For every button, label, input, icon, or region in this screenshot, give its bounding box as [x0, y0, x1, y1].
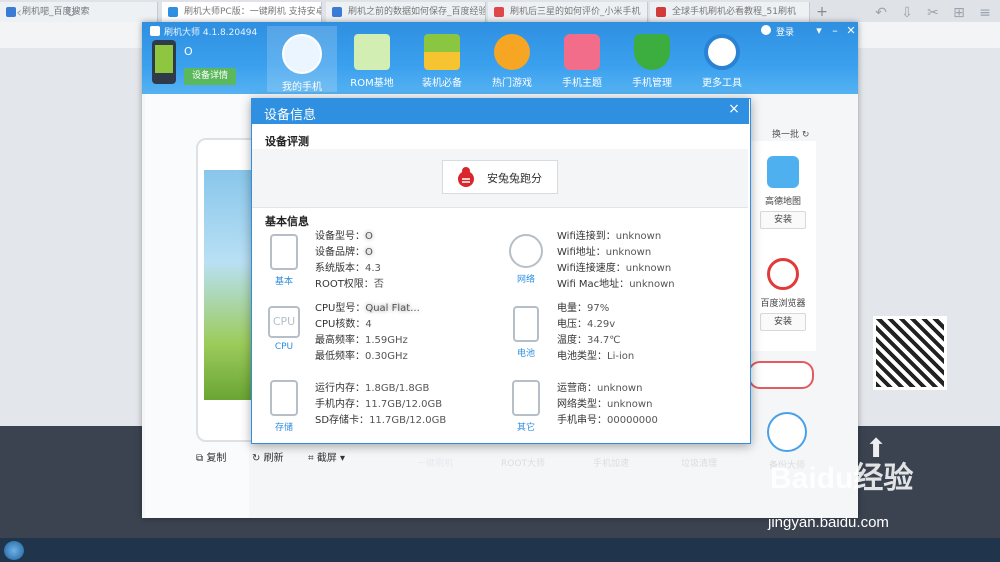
forward-icon[interactable]: › [36, 4, 54, 22]
minimize-button[interactable]: – [828, 24, 842, 37]
browser-tab[interactable]: 刷机后三星的如何评价_小米手机 [488, 2, 648, 22]
battery-icon [513, 306, 539, 342]
dialog-header [251, 98, 749, 124]
info-group-storage: 存储 [268, 380, 300, 433]
tab-title: 刷机大师PC版：一键刷机 支持安卓手机 [184, 7, 321, 17]
close-button[interactable]: ✕ [844, 24, 858, 37]
app-tile-baidu-browser: 百度浏览器 安装 [760, 258, 806, 331]
nav-essentials[interactable]: 装机必备 [407, 26, 477, 92]
browser-tab[interactable]: 全球手机刷机必看教程_51刷机 [650, 2, 810, 22]
nav-rom-base[interactable]: ROM基地 [337, 26, 407, 92]
antutu-icon [458, 167, 474, 187]
new-tab-button[interactable]: + [812, 2, 832, 22]
shirt-icon [564, 34, 600, 70]
windows-taskbar [0, 538, 1000, 562]
app-title: 刷机大师 4.1.8.20494 [164, 28, 258, 38]
eval-section-title: 设备评测 [265, 135, 309, 148]
login-link[interactable]: 登录 [776, 25, 794, 38]
grid-icon[interactable]: ⊞ [950, 4, 968, 22]
menu-dropdown-button[interactable]: ▾ [812, 24, 826, 37]
undo-icon[interactable]: ↶ [872, 4, 890, 22]
shield-icon [634, 34, 670, 70]
install-button[interactable]: 安装 [760, 313, 806, 331]
amap-icon [767, 156, 799, 188]
dialog-close-button[interactable]: × [726, 101, 742, 119]
tab-title: 全球手机刷机必看教程_51刷机 [672, 7, 796, 17]
box-icon [424, 34, 460, 70]
qr-code [873, 316, 947, 390]
swap-batch-link[interactable]: 换一批 ↻ [772, 127, 809, 140]
gear-icon [704, 34, 740, 70]
browser-tab[interactable]: 刷机之前的数据如何保存_百度经验 [326, 2, 486, 22]
refresh-button[interactable]: ↻ 刷新 [252, 449, 284, 464]
app-logo-icon [150, 26, 160, 36]
favicon-icon [656, 7, 666, 17]
browser-icon [767, 258, 799, 290]
cloud-icon [282, 34, 322, 74]
document-icon [512, 380, 540, 416]
antutu-benchmark-button[interactable]: 安兔兔跑分 [442, 160, 558, 194]
android-phone-icon [152, 40, 176, 84]
user-icon[interactable] [761, 25, 771, 35]
device-name: O [184, 45, 193, 58]
info-group-other: 其它 [510, 380, 542, 433]
back-icon[interactable]: ‹ [10, 4, 28, 22]
nav-phone-manage[interactable]: 手机管理 [617, 26, 687, 92]
watermark-url: jingyan.baidu.com [768, 514, 889, 531]
info-group-network: 网络 [508, 234, 544, 285]
refresh-icon[interactable]: ↻ [62, 4, 80, 22]
nav-my-phone[interactable]: 我的手机 [267, 26, 337, 93]
install-button[interactable]: 安装 [760, 211, 806, 229]
search-input[interactable] [748, 361, 814, 389]
download-icon[interactable]: ⇩ [898, 4, 916, 22]
app-tile-amap: 高德地图 安装 [760, 156, 806, 229]
menu-icon[interactable]: ≡ [976, 4, 994, 22]
other-info-list: 运营商：unknown 网络类型：unknown 手机串号：00000000 [557, 383, 658, 426]
info-group-basic: 基本 [268, 234, 300, 287]
network-info-list: Wifi连接到：unknown Wifi地址：unknown Wifi连接速度：… [557, 231, 675, 290]
battery-info-list: 电量：97% 电压：4.29v 温度：34.7℃ 电池类型：Li-ion [557, 303, 635, 362]
favicon-icon [332, 7, 342, 17]
favicon-icon [168, 7, 178, 17]
start-button[interactable] [4, 541, 24, 560]
info-group-cpu: CPU CPU [268, 306, 300, 352]
dialog-title: 设备信息 [264, 108, 317, 123]
favicon-icon [494, 7, 504, 17]
basic-info-list: 设备型号：O 设备品牌：O 系统版本：4.3 ROOT权限：否 [315, 231, 384, 290]
nav-more-tools[interactable]: 更多工具 [687, 26, 757, 92]
baidu-jingyan-watermark: Baidu经验 [770, 462, 914, 495]
scissors-icon[interactable]: ✂ [924, 4, 942, 22]
backup-icon [767, 412, 807, 452]
basic-section-title: 基本信息 [265, 215, 309, 228]
cpu-icon: CPU [268, 306, 300, 338]
tab-title: 刷机之前的数据如何保存_百度经验 [348, 7, 486, 17]
nav-hot-games[interactable]: 热门游戏 [477, 26, 547, 92]
copy-button[interactable]: ⧉ 复制 [196, 449, 226, 464]
nav-themes[interactable]: 手机主题 [547, 26, 617, 92]
info-group-battery: 电池 [510, 306, 542, 359]
tab-title: 刷机后三星的如何评价_小米手机 [510, 7, 641, 17]
browser-tab-active[interactable]: 刷机大师PC版：一键刷机 支持安卓手机 [162, 2, 322, 22]
device-detail-button[interactable]: 设备详情 [184, 68, 236, 85]
cpu-info-list: CPU型号：Qual Flat... CPU核数：4 最高频率：1.59GHz … [315, 303, 420, 362]
storage-info-list: 运行内存：1.8GB/1.8GB 手机内存：11.7GB/12.0GB SD存储… [315, 383, 447, 426]
phone-icon [270, 234, 298, 270]
storage-icon [270, 380, 298, 416]
screenshot-button[interactable]: ⌗ 截屏 ▾ [308, 449, 345, 464]
gamepad-icon [494, 34, 530, 70]
bag-icon [354, 34, 390, 70]
wifi-icon [509, 234, 543, 268]
